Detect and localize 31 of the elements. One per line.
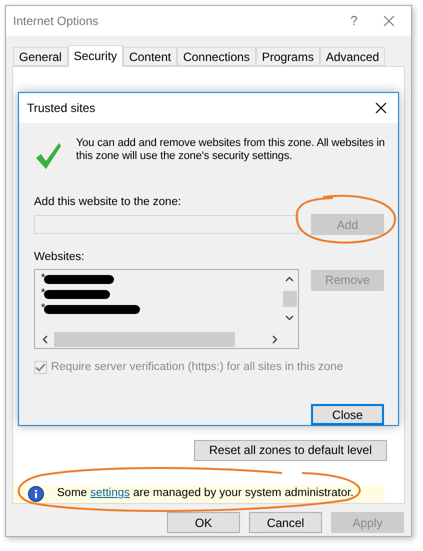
scroll-up-icon[interactable] — [285, 276, 294, 282]
scroll-down-icon[interactable] — [285, 314, 294, 320]
close-icon[interactable] — [375, 102, 387, 114]
websites-label: Websites: — [34, 250, 86, 266]
https-checkbox-label: Require server verification (https:) for all sites in this zone — [51, 360, 344, 374]
checkmark-icon — [35, 142, 62, 170]
dialog-button[interactable]: OK — [167, 512, 240, 533]
reset-zones-button[interactable]: Reset all zones to default level — [194, 440, 387, 461]
website-entry[interactable]: * — [41, 270, 46, 286]
website-entry[interactable]: * — [41, 300, 46, 316]
tab[interactable]: General — [13, 47, 68, 66]
scroll-thumb[interactable] — [282, 290, 296, 306]
tab[interactable]: Advanced — [320, 47, 386, 66]
scroll-left-icon[interactable] — [42, 334, 48, 344]
close-button[interactable]: Close — [311, 404, 384, 425]
dialog-button[interactable]: Cancel — [249, 512, 322, 533]
website-entry[interactable]: * — [41, 284, 46, 302]
tab[interactable]: Content — [123, 47, 178, 66]
info-text: Some settings are managed by your system administrator. — [57, 486, 354, 502]
dialog-title: Trusted sites — [27, 100, 96, 117]
zone-description: You can add and remove websites from this zone. All websites in this zone will use the zone's security settings. — [76, 137, 386, 164]
settings-link[interactable]: settings — [90, 487, 130, 500]
help-button[interactable]: ? — [339, 11, 369, 31]
window-title: Internet Options — [13, 13, 100, 30]
tab[interactable]: Programs — [256, 47, 320, 66]
tab[interactable]: Security — [68, 45, 124, 67]
scroll-right-icon[interactable] — [272, 334, 278, 344]
add-website-label: Add this website to the zone: — [34, 195, 182, 210]
website-input[interactable] — [34, 215, 299, 234]
tab[interactable]: Connections — [177, 47, 256, 66]
scroll-thumb[interactable] — [54, 332, 235, 346]
